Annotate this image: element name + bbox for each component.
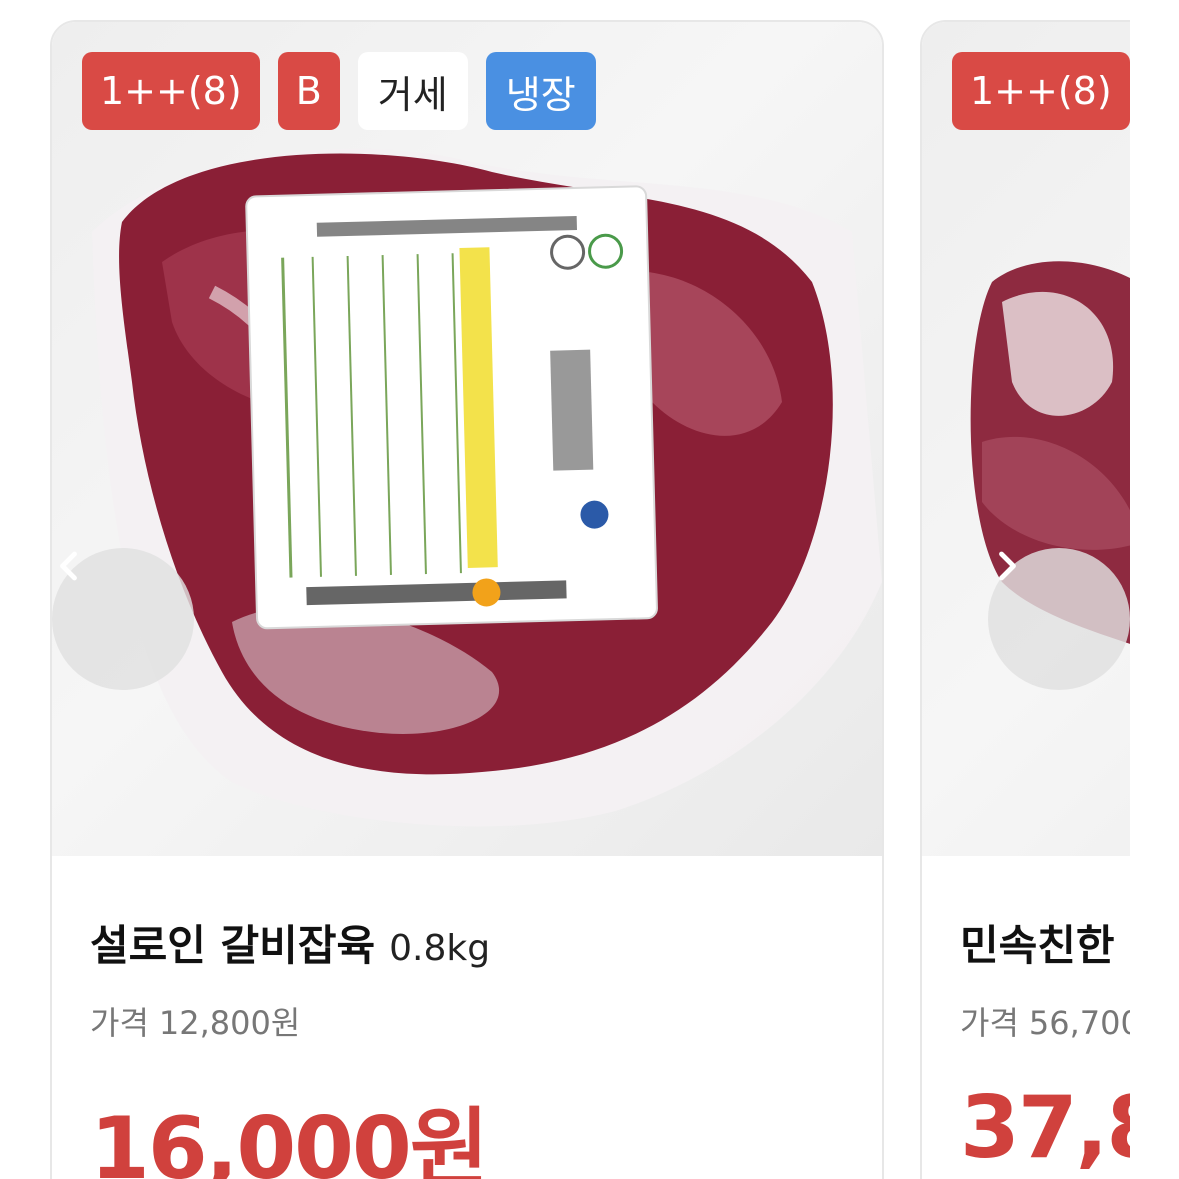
sale-price: 37,8 [960, 1078, 1130, 1178]
product-title[interactable]: 민속친한 [960, 912, 1130, 972]
product-title[interactable]: 설로인 갈비잡육 0.8kg [90, 912, 862, 972]
subgrade-badge: B [277, 52, 340, 130]
carousel-prev-button[interactable] [52, 548, 194, 690]
original-price-label: 가격 [960, 1004, 1019, 1042]
product-weight: 0.8kg [389, 928, 491, 969]
product-card[interactable]: 1++(8) 민속친한 가격56,700 37,8 [920, 20, 1130, 1179]
product-name: 설로인 갈비잡육 [90, 921, 376, 970]
original-price-value: 12,800원 [158, 1004, 301, 1042]
original-price: 가격 56,700 [960, 998, 1130, 1044]
chevron-right-icon [999, 551, 1016, 581]
meat-package-image [92, 148, 882, 827]
original-price-value: 56,700 [1028, 1004, 1130, 1042]
grade-badge: 1++(8) [82, 52, 260, 130]
castration-badge: 거세 [357, 52, 468, 130]
original-price-label: 가격 [90, 1004, 149, 1042]
product-photo: 1++(8) B 거세 냉장 [52, 22, 882, 856]
original-price: 가격 12,800원 [90, 998, 862, 1044]
product-carousel: 1++(8) B 거세 냉장 설로인 갈비잡육 0.8kg 가격 12,800원 … [0, 0, 1130, 1179]
storage-badge: 냉장 [485, 52, 596, 130]
product-name: 민속친한 [960, 921, 1115, 970]
chevron-left-icon [60, 551, 77, 581]
meat-image [970, 261, 1130, 644]
product-card[interactable]: 1++(8) B 거세 냉장 설로인 갈비잡육 0.8kg 가격 12,800원 … [50, 20, 884, 1179]
product-photo: 1++(8) [922, 22, 1130, 856]
grade-badge: 1++(8) [952, 52, 1130, 130]
carousel-next-button[interactable] [988, 548, 1130, 690]
sale-price: 16,000원 [90, 1099, 489, 1179]
